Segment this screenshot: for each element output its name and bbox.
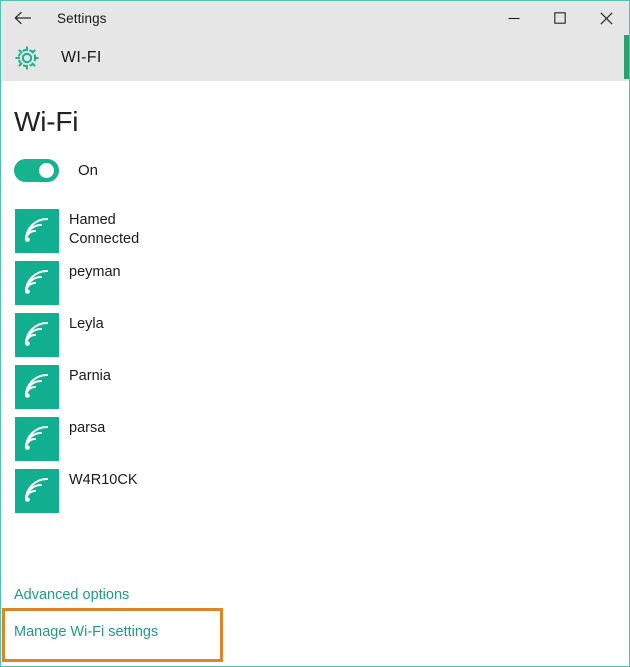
close-icon (599, 11, 613, 25)
wifi-network-status: Connected (69, 231, 140, 247)
back-button[interactable] (1, 1, 45, 35)
wifi-network-text: Parnia (69, 367, 111, 386)
wifi-network-name: Parnia (69, 368, 111, 384)
advanced-options-link[interactable]: Advanced options (14, 587, 129, 603)
wifi-toggle-switch[interactable] (14, 159, 59, 182)
settings-window: Settings WI-FI Wi-Fi On Hamed Connected … (0, 0, 630, 667)
wifi-network-list: Hamed Connected peyman Leyla Parnia parsa W4R1… (1, 208, 629, 520)
wifi-network-text: Hamed Connected (69, 211, 139, 249)
wifi-network-item[interactable]: Parnia (1, 364, 629, 416)
close-button[interactable] (583, 1, 629, 35)
wifi-signal-icon (15, 313, 59, 357)
toggle-knob (39, 163, 54, 178)
wifi-network-text: parsa (69, 419, 105, 438)
minimize-icon (508, 17, 520, 20)
scrollbar-track[interactable] (624, 35, 629, 81)
wifi-network-item[interactable]: parsa (1, 416, 629, 468)
wifi-signal-icon (15, 469, 59, 513)
wifi-signal-icon (15, 365, 59, 409)
scrollbar-thumb[interactable] (624, 35, 629, 79)
page-title: Wi-Fi (14, 106, 79, 137)
wifi-network-name: W4R10CK (69, 472, 138, 488)
title-bar: Settings (1, 1, 629, 35)
wifi-signal-icon (15, 417, 59, 461)
wifi-network-item[interactable]: peyman (1, 260, 629, 312)
wifi-network-name: Leyla (69, 316, 104, 332)
gear-icon (12, 43, 42, 73)
wifi-toggle-label: On (78, 162, 99, 179)
maximize-button[interactable] (537, 1, 583, 35)
wifi-network-text: Leyla (69, 315, 104, 334)
wifi-network-text: W4R10CK (69, 471, 138, 490)
page-header-band: WI-FI (1, 35, 629, 81)
wifi-network-name: parsa (69, 420, 106, 436)
minimize-button[interactable] (491, 1, 537, 35)
wifi-network-name: peyman (69, 264, 121, 280)
back-arrow-icon (14, 11, 31, 25)
wifi-toggle-row: On (14, 159, 98, 182)
wifi-network-item[interactable]: W4R10CK (1, 468, 629, 520)
wifi-network-name: Hamed (69, 212, 116, 228)
page-header-title: WI-FI (61, 49, 102, 66)
app-title: Settings (57, 10, 107, 26)
window-controls (491, 1, 629, 35)
settings-content: Wi-Fi On Hamed Connected peyman Leyla Parnia… (1, 81, 629, 666)
wifi-network-item[interactable]: Hamed Connected (1, 208, 629, 260)
wifi-signal-icon (15, 209, 59, 253)
wifi-network-item[interactable]: Leyla (1, 312, 629, 364)
wifi-network-text: peyman (69, 263, 121, 282)
manage-wifi-settings-link[interactable]: Manage Wi-Fi settings (14, 624, 158, 640)
maximize-icon (554, 12, 566, 24)
wifi-signal-icon (15, 261, 59, 305)
